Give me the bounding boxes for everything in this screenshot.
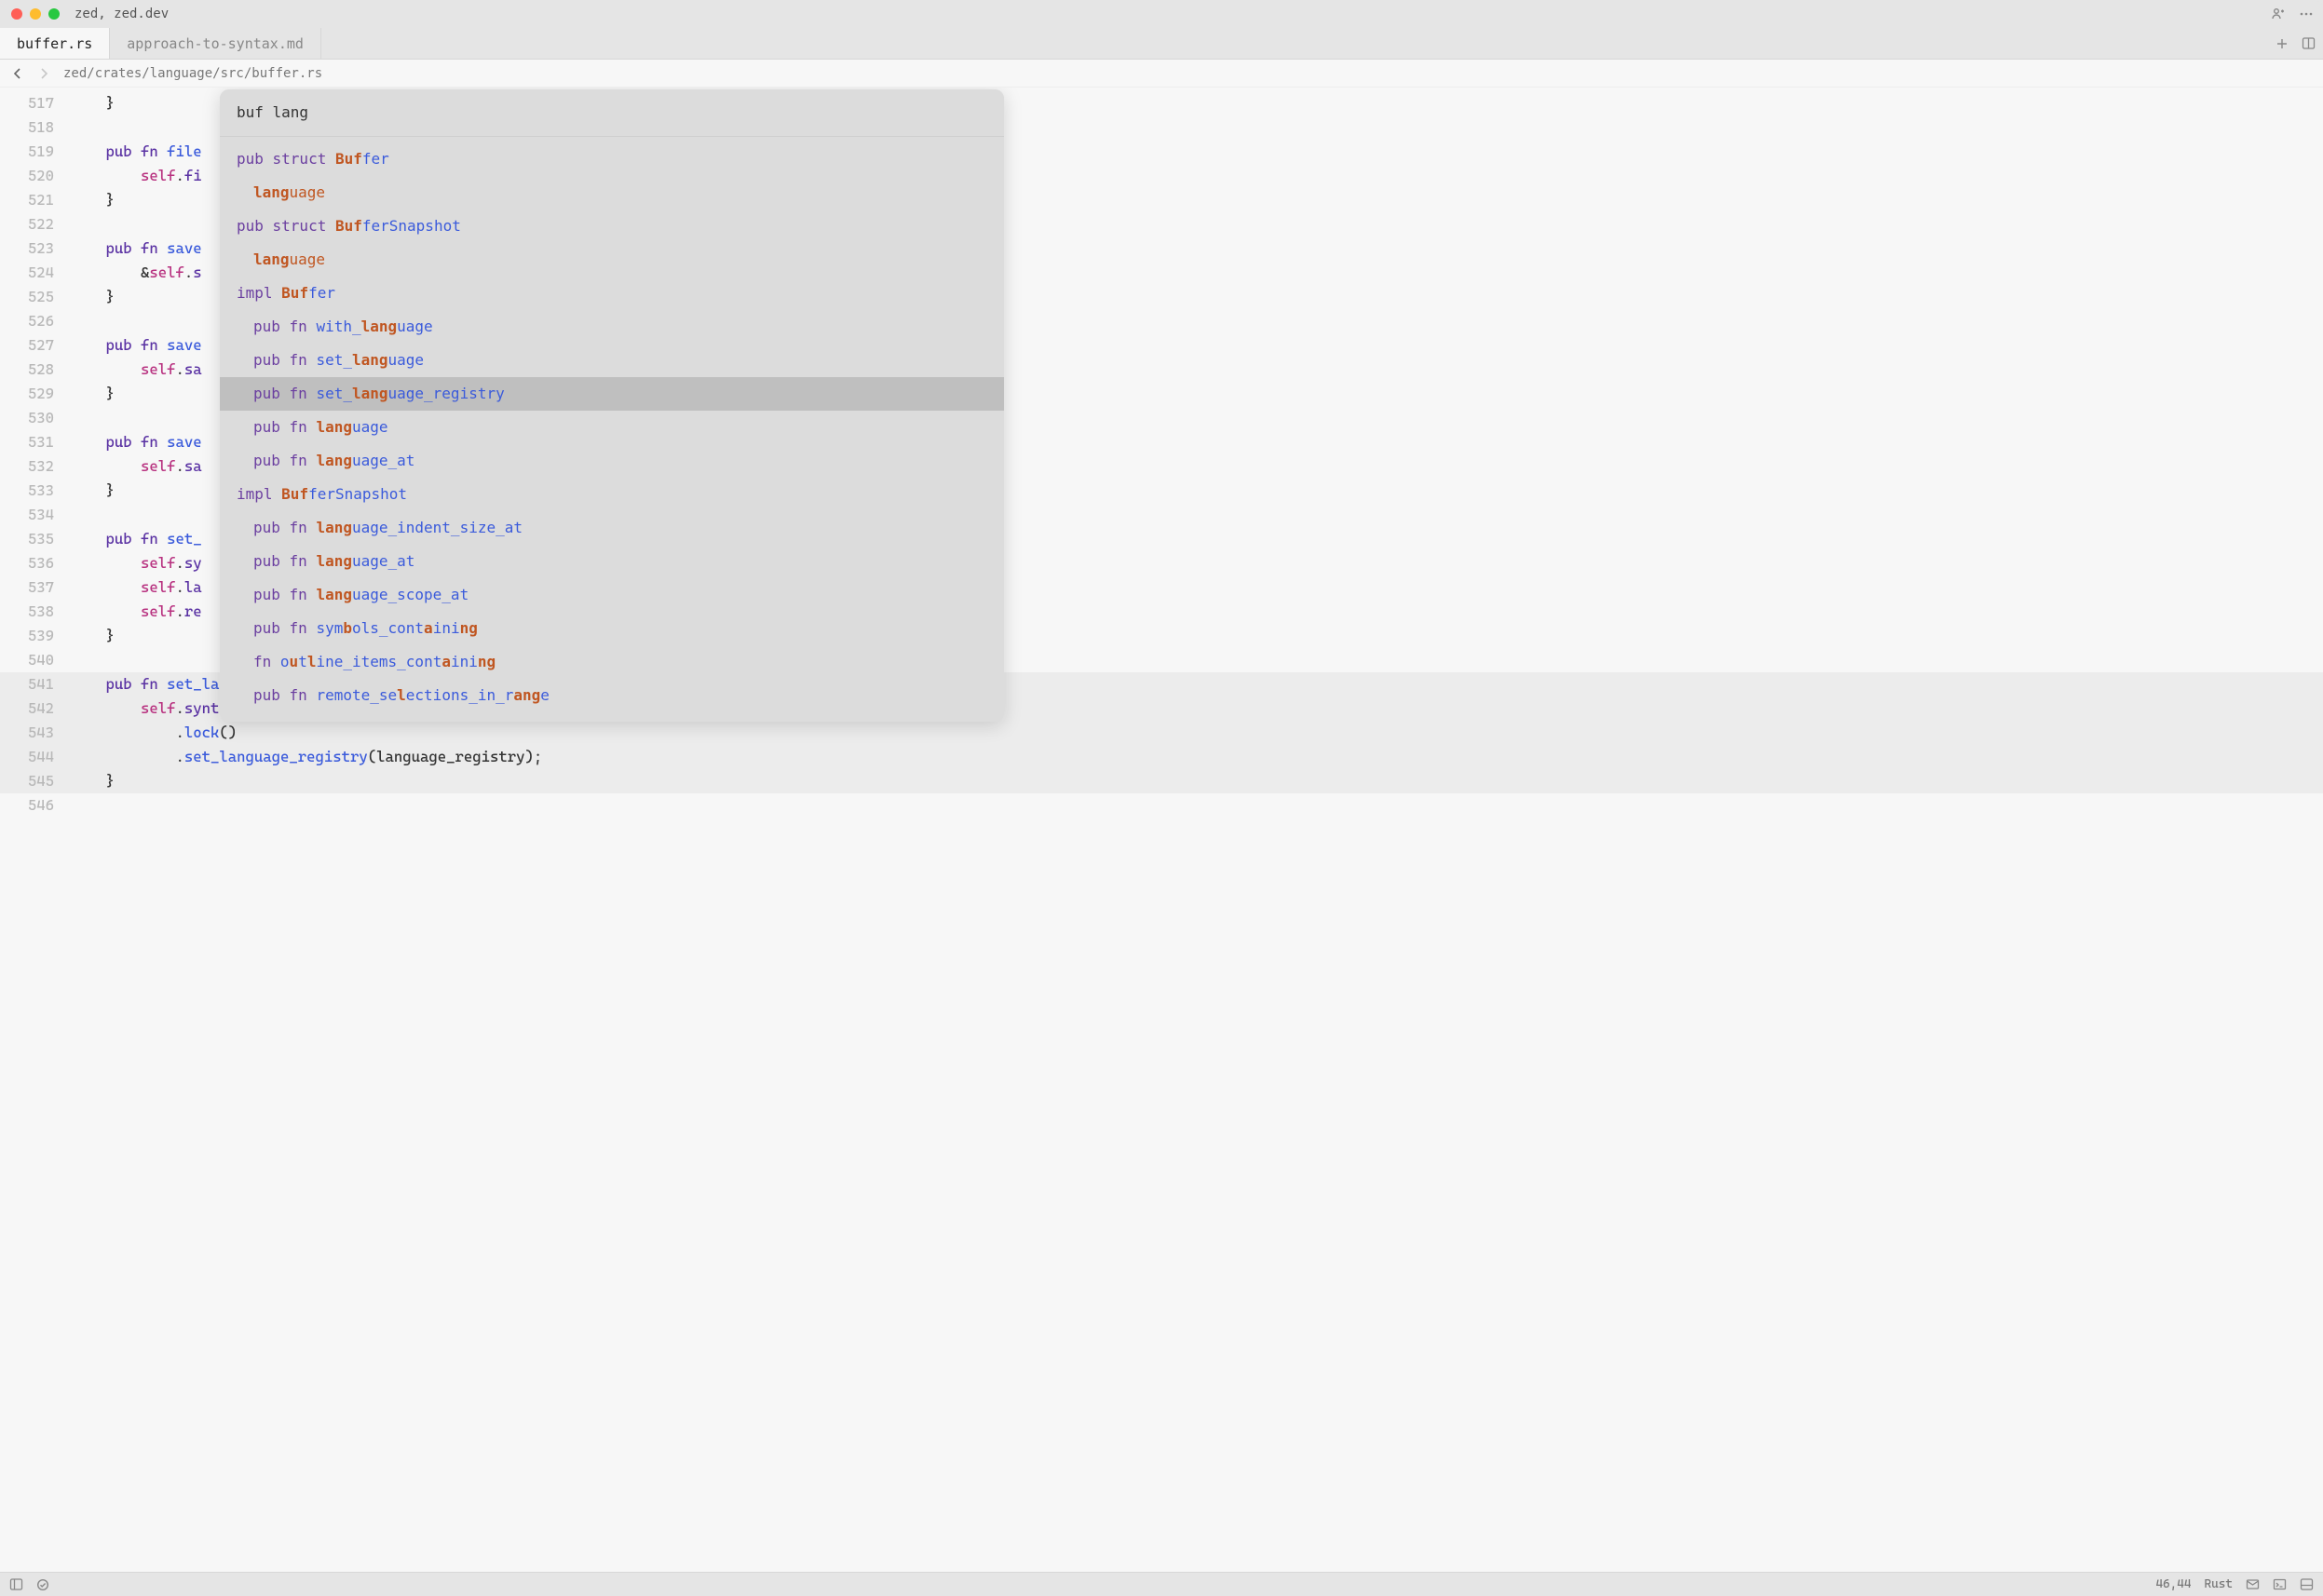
symbol-picker-item[interactable]: impl BufferSnapshot — [220, 478, 1004, 511]
line-number: 527 — [0, 333, 71, 358]
line-number: 543 — [0, 721, 71, 745]
symbol-picker-item[interactable]: pub fn language_indent_size_at — [220, 511, 1004, 545]
line-number: 531 — [0, 430, 71, 454]
line-number: 524 — [0, 261, 71, 285]
symbol-picker-item[interactable]: pub fn remote_selections_in_range — [220, 679, 1004, 712]
line-number: 525 — [0, 285, 71, 309]
line-number: 520 — [0, 164, 71, 188]
window-title: zed, zed.dev — [75, 7, 169, 21]
line-number: 536 — [0, 551, 71, 575]
split-pane-button[interactable] — [2302, 36, 2316, 50]
nav-back-button[interactable] — [11, 67, 24, 80]
line-number: 529 — [0, 382, 71, 406]
code-content[interactable]: .lock() — [71, 721, 2323, 745]
tabbar-right — [2275, 28, 2316, 59]
window-maximize-button[interactable] — [48, 8, 60, 20]
line-number: 526 — [0, 309, 71, 333]
more-icon[interactable] — [2299, 7, 2314, 21]
titlebar: zed, zed.dev — [0, 0, 2323, 28]
code-line[interactable]: 545 } — [0, 769, 2323, 793]
line-number: 519 — [0, 140, 71, 164]
traffic-lights — [11, 8, 60, 20]
symbol-picker-item[interactable]: pub fn set_language — [220, 344, 1004, 377]
code-line[interactable]: 543 .lock() — [0, 721, 2323, 745]
symbol-picker-input[interactable]: buf lang — [220, 89, 1004, 137]
nav-forward-button[interactable] — [37, 67, 50, 80]
symbol-picker-item[interactable]: pub fn language_at — [220, 444, 1004, 478]
symbol-picker-item[interactable]: pub struct BufferSnapshot — [220, 210, 1004, 243]
line-number: 521 — [0, 188, 71, 212]
symbol-picker-item[interactable]: pub fn set_language_registry — [220, 377, 1004, 411]
language-mode[interactable]: Rust — [2205, 1577, 2233, 1591]
feedback-icon[interactable] — [2246, 1577, 2260, 1591]
line-number: 517 — [0, 91, 71, 115]
contacts-icon[interactable] — [2271, 7, 2286, 21]
line-number: 538 — [0, 600, 71, 624]
app-window: zed, zed.dev buffer.rsapproach-to-syntax… — [0, 0, 2323, 1596]
symbol-picker-item[interactable]: language — [220, 176, 1004, 210]
titlebar-right — [2271, 7, 2314, 21]
symbol-picker-item[interactable]: language — [220, 243, 1004, 277]
symbol-picker-item[interactable]: pub fn language_at — [220, 545, 1004, 578]
symbol-picker-item[interactable]: pub fn symbols_containing — [220, 612, 1004, 645]
code-content[interactable]: .set_language_registry(language_registry… — [71, 745, 2323, 769]
terminal-toggle-icon[interactable] — [2273, 1577, 2287, 1591]
right-panel-toggle[interactable] — [2300, 1577, 2314, 1591]
line-number: 535 — [0, 527, 71, 551]
code-line[interactable]: 544 .set_language_registry(language_regi… — [0, 745, 2323, 769]
status-bar: 46,44 Rust — [0, 1572, 2323, 1596]
line-number: 539 — [0, 624, 71, 648]
code-content[interactable]: } — [71, 769, 2323, 793]
line-number: 544 — [0, 745, 71, 769]
breadcrumb-bar: zed/crates/language/src/buffer.rs — [0, 60, 2323, 88]
symbol-picker: buf lang pub struct Bufferlanguagepub st… — [220, 89, 1004, 722]
new-tab-button[interactable] — [2275, 37, 2289, 50]
line-number: 534 — [0, 503, 71, 527]
editor[interactable]: 517 }518519 pub fn file520 self.fi521 }5… — [0, 88, 2323, 1572]
code-content[interactable] — [71, 793, 2323, 818]
symbol-picker-item[interactable]: pub fn language_scope_at — [220, 578, 1004, 612]
code-line[interactable]: 546 — [0, 793, 2323, 818]
symbol-picker-item[interactable]: fn outline_items_containing — [220, 645, 1004, 679]
tab-approach-to-syntax-md[interactable]: approach-to-syntax.md — [110, 28, 321, 59]
line-number: 528 — [0, 358, 71, 382]
window-close-button[interactable] — [11, 8, 22, 20]
line-number: 545 — [0, 769, 71, 793]
project-panel-toggle[interactable] — [9, 1577, 23, 1591]
line-number: 522 — [0, 212, 71, 237]
line-number: 546 — [0, 793, 71, 818]
breadcrumb[interactable]: zed/crates/language/src/buffer.rs — [63, 66, 322, 81]
cursor-position[interactable]: 46,44 — [2155, 1577, 2191, 1591]
line-number: 542 — [0, 697, 71, 721]
line-number: 533 — [0, 479, 71, 503]
symbol-picker-item[interactable]: pub fn with_language — [220, 310, 1004, 344]
line-number: 540 — [0, 648, 71, 672]
window-minimize-button[interactable] — [30, 8, 41, 20]
symbol-picker-item[interactable]: pub fn language — [220, 411, 1004, 444]
line-number: 537 — [0, 575, 71, 600]
diagnostics-status-icon[interactable] — [36, 1578, 49, 1591]
line-number: 518 — [0, 115, 71, 140]
symbol-picker-item[interactable]: pub struct Buffer — [220, 142, 1004, 176]
line-number: 523 — [0, 237, 71, 261]
line-number: 530 — [0, 406, 71, 430]
symbol-picker-item[interactable]: impl Buffer — [220, 277, 1004, 310]
line-number: 541 — [0, 672, 71, 697]
symbol-picker-list: pub struct Bufferlanguagepub struct Buff… — [220, 137, 1004, 722]
line-number: 532 — [0, 454, 71, 479]
tab-bar: buffer.rsapproach-to-syntax.md — [0, 28, 2323, 60]
tab-buffer-rs[interactable]: buffer.rs — [0, 28, 110, 59]
